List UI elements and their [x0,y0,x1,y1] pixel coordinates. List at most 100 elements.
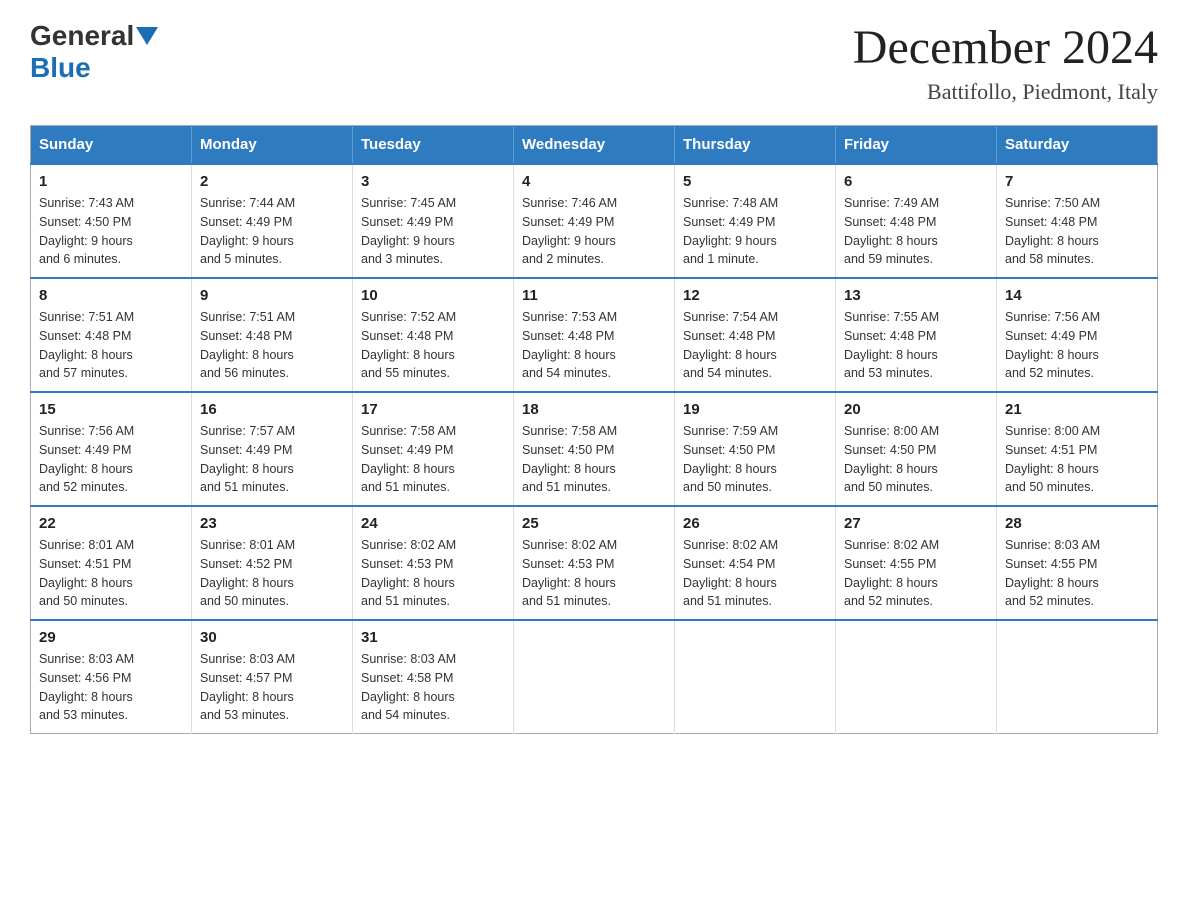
calendar-cell: 23 Sunrise: 8:01 AMSunset: 4:52 PMDayligh… [192,506,353,620]
calendar-cell: 19Sunrise: 7:59 AMSunset: 4:50 PMDayligh… [675,392,836,506]
week-row-2: 8Sunrise: 7:51 AMSunset: 4:48 PMDaylight… [31,278,1158,392]
day-info: Sunrise: 8:03 AMSunset: 4:55 PMDaylight:… [1005,536,1149,611]
day-info: Sunrise: 8:01 AMSunset: 4:51 PMDaylight:… [39,536,183,611]
calendar-cell: 5Sunrise: 7:48 AMSunset: 4:49 PMDaylight… [675,164,836,278]
day-info: Sunrise: 7:45 AMSunset: 4:49 PMDaylight:… [361,194,505,269]
logo-general: General [30,20,134,52]
week-row-5: 29 Sunrise: 8:03 AMSunset: 4:56 PMDayligh… [31,620,1158,734]
day-info: Sunrise: 7:55 AMSunset: 4:48 PMDaylight:… [844,308,988,383]
day-info: Sunrise: 7:44 AMSunset: 4:49 PMDaylight:… [200,194,344,269]
day-number: 17 [361,401,505,418]
header-day-tuesday: Tuesday [353,126,514,165]
week-row-1: 1 Sunrise: 7:43 AMSunset: 4:50 PMDaylight… [31,164,1158,278]
calendar-cell [514,620,675,734]
calendar-cell: 18 Sunrise: 7:58 AMSunset: 4:50 PMDayligh… [514,392,675,506]
day-info: Sunrise: 7:52 AMSunset: 4:48 PMDaylight:… [361,308,505,383]
calendar-cell: 30 Sunrise: 8:03 AMSunset: 4:57 PMDayligh… [192,620,353,734]
day-number: 1 [39,173,183,190]
day-number: 12 [683,287,827,304]
day-number: 18 [522,401,666,418]
header-day-sunday: Sunday [31,126,192,165]
title-section: December 2024 Battifollo, Piedmont, Ital… [853,20,1158,105]
day-info: Sunrise: 8:03 AMSunset: 4:56 PMDaylight:… [39,650,183,725]
calendar-cell: 22 Sunrise: 8:01 AMSunset: 4:51 PMDayligh… [31,506,192,620]
calendar-table: SundayMondayTuesdayWednesdayThursdayFrid… [30,125,1158,734]
day-info: Sunrise: 8:00 AMSunset: 4:51 PMDaylight:… [1005,422,1149,497]
calendar-cell [675,620,836,734]
day-info: Sunrise: 8:02 AMSunset: 4:53 PMDaylight:… [522,536,666,611]
day-number: 6 [844,173,988,190]
day-number: 9 [200,287,344,304]
day-number: 10 [361,287,505,304]
header-day-wednesday: Wednesday [514,126,675,165]
calendar-cell: 21 Sunrise: 8:00 AMSunset: 4:51 PMDayligh… [997,392,1158,506]
day-info: Sunrise: 7:56 AMSunset: 4:49 PMDaylight:… [1005,308,1149,383]
calendar-cell: 15 Sunrise: 7:56 AMSunset: 4:49 PMDayligh… [31,392,192,506]
day-number: 21 [1005,401,1149,418]
calendar-cell: 31Sunrise: 8:03 AMSunset: 4:58 PMDayligh… [353,620,514,734]
calendar-cell: 7Sunrise: 7:50 AMSunset: 4:48 PMDaylight… [997,164,1158,278]
calendar-cell: 8Sunrise: 7:51 AMSunset: 4:48 PMDaylight… [31,278,192,392]
day-number: 25 [522,515,666,532]
header-day-friday: Friday [836,126,997,165]
day-number: 11 [522,287,666,304]
day-number: 14 [1005,287,1149,304]
header-day-monday: Monday [192,126,353,165]
day-info: Sunrise: 8:02 AMSunset: 4:55 PMDaylight:… [844,536,988,611]
logo-blue: Blue [30,52,91,83]
calendar-cell: 3Sunrise: 7:45 AMSunset: 4:49 PMDaylight… [353,164,514,278]
day-info: Sunrise: 8:01 AMSunset: 4:52 PMDaylight:… [200,536,344,611]
day-number: 30 [200,629,344,646]
calendar-cell: 6 Sunrise: 7:49 AMSunset: 4:48 PMDaylight… [836,164,997,278]
header-day-thursday: Thursday [675,126,836,165]
day-info: Sunrise: 7:56 AMSunset: 4:49 PMDaylight:… [39,422,183,497]
month-year-title: December 2024 [853,20,1158,75]
day-number: 27 [844,515,988,532]
calendar-cell: 11 Sunrise: 7:53 AMSunset: 4:48 PMDayligh… [514,278,675,392]
day-info: Sunrise: 7:51 AMSunset: 4:48 PMDaylight:… [39,308,183,383]
logo-triangle-icon [136,27,158,45]
day-info: Sunrise: 7:59 AMSunset: 4:50 PMDaylight:… [683,422,827,497]
day-number: 22 [39,515,183,532]
day-number: 24 [361,515,505,532]
header-day-saturday: Saturday [997,126,1158,165]
day-info: Sunrise: 7:46 AMSunset: 4:49 PMDaylight:… [522,194,666,269]
week-row-4: 22 Sunrise: 8:01 AMSunset: 4:51 PMDayligh… [31,506,1158,620]
location-subtitle: Battifollo, Piedmont, Italy [853,79,1158,105]
day-number: 13 [844,287,988,304]
day-info: Sunrise: 8:03 AMSunset: 4:58 PMDaylight:… [361,650,505,725]
day-info: Sunrise: 8:00 AMSunset: 4:50 PMDaylight:… [844,422,988,497]
calendar-header: SundayMondayTuesdayWednesdayThursdayFrid… [31,126,1158,165]
day-info: Sunrise: 7:43 AMSunset: 4:50 PMDaylight:… [39,194,183,269]
day-info: Sunrise: 7:54 AMSunset: 4:48 PMDaylight:… [683,308,827,383]
logo: General Blue [30,20,158,84]
calendar-cell: 1 Sunrise: 7:43 AMSunset: 4:50 PMDaylight… [31,164,192,278]
calendar-cell: 10 Sunrise: 7:52 AMSunset: 4:48 PMDayligh… [353,278,514,392]
day-info: Sunrise: 8:02 AMSunset: 4:54 PMDaylight:… [683,536,827,611]
calendar-cell: 14 Sunrise: 7:56 AMSunset: 4:49 PMDayligh… [997,278,1158,392]
calendar-cell: 28Sunrise: 8:03 AMSunset: 4:55 PMDayligh… [997,506,1158,620]
day-number: 5 [683,173,827,190]
calendar-cell [836,620,997,734]
day-info: Sunrise: 7:49 AMSunset: 4:48 PMDaylight:… [844,194,988,269]
calendar-cell: 29 Sunrise: 8:03 AMSunset: 4:56 PMDayligh… [31,620,192,734]
day-info: Sunrise: 8:03 AMSunset: 4:57 PMDaylight:… [200,650,344,725]
week-row-3: 15 Sunrise: 7:56 AMSunset: 4:49 PMDayligh… [31,392,1158,506]
calendar-cell: 24Sunrise: 8:02 AMSunset: 4:53 PMDayligh… [353,506,514,620]
calendar-cell: 16Sunrise: 7:57 AMSunset: 4:49 PMDayligh… [192,392,353,506]
calendar-cell: 25 Sunrise: 8:02 AMSunset: 4:53 PMDayligh… [514,506,675,620]
day-info: Sunrise: 7:58 AMSunset: 4:50 PMDaylight:… [522,422,666,497]
calendar-cell: 12 Sunrise: 7:54 AMSunset: 4:48 PMDayligh… [675,278,836,392]
calendar-cell: 13 Sunrise: 7:55 AMSunset: 4:48 PMDayligh… [836,278,997,392]
calendar-cell: 27 Sunrise: 8:02 AMSunset: 4:55 PMDayligh… [836,506,997,620]
day-number: 20 [844,401,988,418]
day-number: 7 [1005,173,1149,190]
calendar-cell: 2Sunrise: 7:44 AMSunset: 4:49 PMDaylight… [192,164,353,278]
day-info: Sunrise: 7:53 AMSunset: 4:48 PMDaylight:… [522,308,666,383]
page-header: General Blue December 2024 Battifollo, P… [30,20,1158,105]
day-info: Sunrise: 7:58 AMSunset: 4:49 PMDaylight:… [361,422,505,497]
day-number: 29 [39,629,183,646]
day-number: 23 [200,515,344,532]
day-number: 15 [39,401,183,418]
calendar-cell: 17 Sunrise: 7:58 AMSunset: 4:49 PMDayligh… [353,392,514,506]
